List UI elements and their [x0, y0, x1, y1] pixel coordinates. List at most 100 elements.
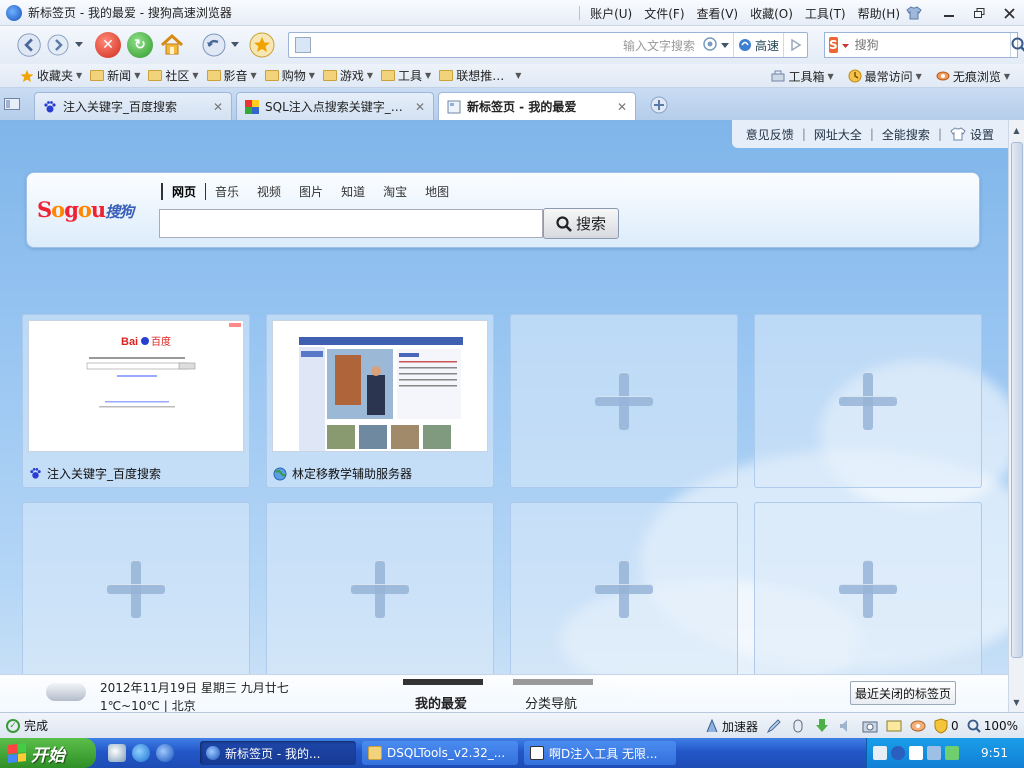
search-tab-map[interactable]: 地图 — [416, 183, 458, 200]
sogou-search-button[interactable]: 搜索 — [543, 208, 619, 239]
menu-help[interactable]: 帮助(H) — [852, 5, 906, 22]
search-tab-web[interactable]: 网页 — [161, 183, 207, 200]
speed-dial-tile-empty[interactable] — [754, 314, 982, 488]
bookmark-lenovo[interactable]: 联想推… — [435, 67, 508, 84]
taskbar-item-injection-tool[interactable]: 啊D注入工具 无限... — [524, 741, 676, 765]
speed-dial-tile-empty[interactable] — [754, 502, 982, 676]
speed-dial-tile-teaching-server[interactable]: 林定移教学辅助服务器 — [266, 314, 494, 488]
taskbar-item-browser[interactable]: 新标签页 - 我的... — [200, 741, 356, 765]
refresh-button[interactable]: ↻ — [126, 31, 154, 59]
menu-file[interactable]: 文件(F) — [638, 5, 690, 22]
sogou-search-input[interactable] — [159, 209, 543, 238]
tray-app-icon[interactable] — [909, 746, 923, 760]
edit-pen-icon[interactable] — [766, 718, 782, 734]
search-tab-music[interactable]: 音乐 — [206, 183, 248, 200]
bookmark-news[interactable]: 新闻 ▼ — [86, 67, 144, 84]
address-bar[interactable]: 输入文字搜索 高速 — [288, 32, 808, 58]
menu-favorites[interactable]: 收藏(O) — [744, 5, 799, 22]
quick-launch-explorer-icon[interactable] — [108, 744, 126, 762]
recently-closed-button[interactable]: 最近关闭的标签页 — [850, 681, 957, 705]
categories-tab[interactable]: 分类导航 — [525, 693, 577, 712]
engine-dropdown-icon[interactable] — [841, 38, 849, 52]
search-tab-video[interactable]: 视频 — [248, 183, 290, 200]
keyboard-icon[interactable] — [873, 746, 887, 760]
mouse-gesture-icon[interactable] — [790, 718, 806, 734]
bookmarks-overflow-button[interactable]: ▼ — [508, 71, 525, 80]
close-window-button[interactable] — [994, 0, 1024, 26]
menu-account[interactable]: 账户(U) — [584, 5, 638, 22]
tray-back-icon[interactable] — [891, 746, 905, 760]
menu-view[interactable]: 查看(V) — [691, 5, 745, 22]
history-dropdown-icon[interactable] — [72, 31, 86, 59]
favorites-tab[interactable]: 我的最爱 — [415, 693, 467, 712]
search-tab-images[interactable]: 图片 — [290, 183, 332, 200]
all-search-link[interactable]: 全能搜索 — [882, 126, 930, 143]
address-dropdown-icon[interactable] — [720, 38, 729, 52]
back-button[interactable] — [16, 31, 44, 59]
restore-button[interactable] — [964, 0, 994, 26]
scroll-down-arrow-icon[interactable]: ▼ — [1009, 694, 1024, 710]
sidebar-toggle-icon[interactable] — [4, 98, 20, 113]
favorite-star-button[interactable] — [248, 31, 276, 59]
menu-tools[interactable]: 工具(T) — [799, 5, 852, 22]
quick-launch-ie-icon[interactable] — [132, 744, 150, 762]
download-arrow-icon[interactable] — [814, 718, 830, 734]
screenshot-camera-icon[interactable] — [862, 718, 878, 734]
forward-button[interactable] — [44, 31, 72, 59]
go-button[interactable] — [783, 33, 807, 57]
address-security-icon[interactable] — [703, 36, 717, 54]
home-button[interactable] — [158, 31, 186, 59]
most-visited-button[interactable]: 最常访问 ▼ — [844, 68, 926, 85]
bookmark-media[interactable]: 影音 ▼ — [203, 67, 261, 84]
speed-dial-tile-empty[interactable] — [510, 502, 738, 676]
skin-shirt-icon[interactable] — [906, 5, 922, 21]
tab-sql-injection[interactable]: SQL注入点搜索关键字_… ✕ — [236, 92, 434, 120]
stop-button[interactable]: ✕ — [94, 31, 122, 59]
toolbox-button[interactable]: 工具箱 ▼ — [767, 68, 837, 85]
bookmark-community[interactable]: 社区 ▼ — [144, 67, 202, 84]
tray-shield-icon[interactable] — [945, 746, 959, 760]
scrollbar-thumb[interactable] — [1011, 142, 1023, 658]
weather-text[interactable]: 1℃~10℃ | 北京 — [100, 697, 196, 712]
toolbar-search-box[interactable]: S — [824, 32, 1024, 58]
private-browsing-button[interactable]: 无痕浏览 ▼ — [932, 68, 1014, 85]
accelerator-button[interactable]: 加速器 — [705, 718, 758, 735]
address-input[interactable] — [317, 35, 623, 55]
toolbar-search-button[interactable] — [1009, 33, 1024, 57]
undo-close-button[interactable] — [200, 31, 228, 59]
taskbar-item-dsqltools[interactable]: DSQLTools_v2.32_... — [362, 741, 518, 765]
vertical-scrollbar[interactable]: ▲ ▼ — [1008, 120, 1024, 712]
tab-baidu-search[interactable]: 注入关键字_百度搜索 ✕ — [34, 92, 232, 120]
bookmark-tools[interactable]: 工具 ▼ — [377, 67, 435, 84]
minimize-button[interactable] — [934, 0, 964, 26]
privacy-eye-icon[interactable] — [910, 718, 926, 734]
speed-mode-button[interactable]: 高速 — [732, 33, 783, 57]
window-layout-icon[interactable] — [886, 718, 902, 734]
settings-link[interactable]: 设置 — [950, 126, 994, 143]
toolbar-search-input[interactable] — [854, 38, 1010, 52]
bookmark-shopping[interactable]: 购物 ▼ — [261, 67, 319, 84]
feedback-link[interactable]: 意见反馈 — [746, 126, 794, 143]
search-tab-knowledge[interactable]: 知道 — [332, 183, 374, 200]
speed-dial-tile-empty[interactable] — [22, 502, 250, 676]
tab-new-tab[interactable]: 新标签页 - 我的最爱 ✕ — [438, 92, 636, 120]
search-tab-taobao[interactable]: 淘宝 — [374, 183, 416, 200]
bookmark-games[interactable]: 游戏 ▼ — [319, 67, 377, 84]
url-directory-link[interactable]: 网址大全 — [814, 126, 862, 143]
scroll-up-arrow-icon[interactable]: ▲ — [1009, 122, 1024, 138]
speed-dial-tile-empty[interactable] — [510, 314, 738, 488]
sogou-search-engine-icon[interactable]: S — [829, 37, 838, 53]
new-tab-button[interactable] — [650, 96, 668, 117]
tab-close-icon[interactable]: ✕ — [617, 100, 627, 114]
tab-close-icon[interactable]: ✕ — [415, 100, 425, 114]
bookmark-favorites[interactable]: 收藏夹 ▼ — [16, 67, 86, 84]
speed-dial-tile-empty[interactable] — [266, 502, 494, 676]
tab-close-icon[interactable]: ✕ — [213, 100, 223, 114]
zoom-button[interactable]: 100% — [967, 719, 1018, 733]
volume-icon[interactable] — [838, 718, 854, 734]
undo-dropdown-icon[interactable] — [228, 31, 242, 59]
network-icon[interactable] — [927, 746, 941, 760]
quick-launch-sogou-icon[interactable] — [156, 744, 174, 762]
start-button[interactable]: 开始 — [0, 738, 96, 768]
speed-dial-tile-baidu[interactable]: Bai 百度 注入关键字_百度搜索 — [22, 314, 250, 488]
